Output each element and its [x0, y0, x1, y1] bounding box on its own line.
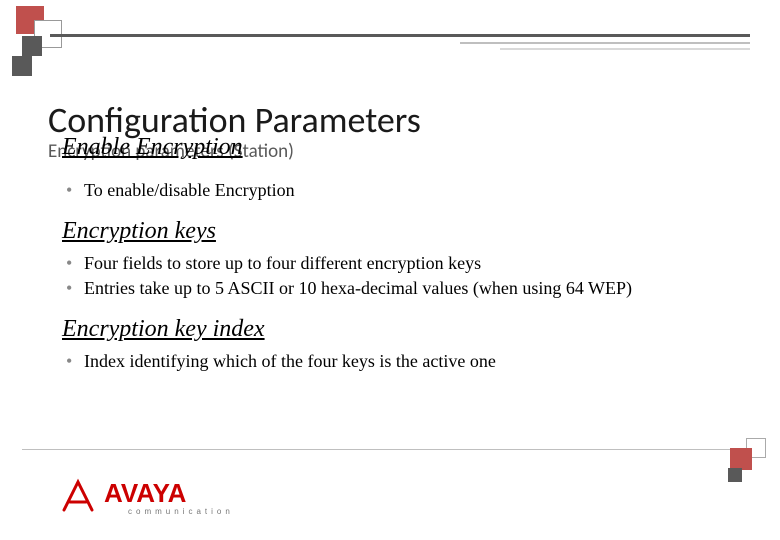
- logo-mark-icon: [58, 476, 98, 516]
- avaya-logo: AVAYA communication: [58, 476, 234, 516]
- bullet-item: Index identifying which of the four keys…: [66, 349, 738, 373]
- footer-square-gray: [728, 468, 742, 482]
- section-heading-index: Encryption key index: [62, 316, 738, 343]
- footer-rule: [22, 449, 758, 450]
- bullet-item: To enable/disable Encryption: [66, 178, 738, 202]
- bullet-list-keys: Four fields to store up to four differen…: [66, 251, 738, 300]
- bullet-list-index: Index identifying which of the four keys…: [66, 349, 738, 373]
- decor-rule-main: [50, 34, 750, 37]
- decor-square-gray1: [22, 36, 42, 56]
- overlapping-heading-block: Encryption parameters (Station) Enable E…: [48, 144, 738, 174]
- section-heading-enable: Enable Encryption: [62, 134, 243, 161]
- decor-rule-thin2: [500, 48, 750, 50]
- bullet-item: Four fields to store up to four differen…: [66, 251, 738, 275]
- logo-name: AVAYA: [104, 480, 234, 506]
- decor-square-gray2: [12, 56, 32, 76]
- logo-text-block: AVAYA communication: [104, 480, 234, 516]
- logo-tagline: communication: [128, 508, 234, 516]
- slide-top-decoration: [0, 0, 780, 90]
- bullet-item: Entries take up to 5 ASCII or 10 hexa-de…: [66, 276, 738, 300]
- bullet-list-enable: To enable/disable Encryption: [66, 178, 738, 202]
- footer-square-red: [730, 448, 752, 470]
- section-heading-keys: Encryption keys: [62, 218, 738, 245]
- slide-content: Configuration Parameters Encryption para…: [48, 98, 738, 381]
- decor-rule-thin1: [460, 42, 750, 44]
